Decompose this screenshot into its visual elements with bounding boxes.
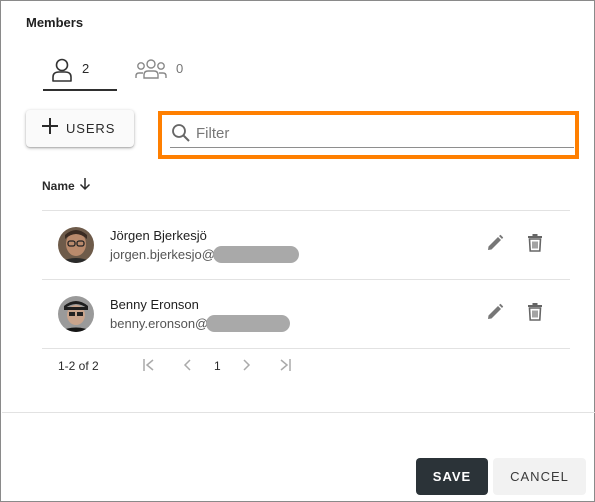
trash-icon	[527, 302, 543, 326]
email-redaction	[212, 246, 299, 263]
filter-highlight	[158, 111, 579, 159]
edit-button[interactable]	[484, 234, 506, 256]
filter-field[interactable]	[170, 119, 574, 148]
divider	[42, 348, 570, 349]
avatar	[58, 227, 94, 263]
footer-divider	[2, 412, 595, 413]
tab-groups[interactable]: 0	[135, 53, 195, 91]
users-count: 2	[82, 61, 90, 76]
add-users-label: USERS	[66, 121, 116, 136]
plus-icon	[40, 116, 60, 141]
first-page-button[interactable]	[139, 357, 159, 377]
current-page: 1	[214, 359, 221, 373]
previous-page-button[interactable]	[178, 357, 198, 377]
add-users-button[interactable]: USERS	[26, 110, 134, 147]
member-email: jorgen.bjerkesjo@	[110, 246, 299, 263]
chevron-left-icon	[180, 357, 196, 378]
chevron-right-icon	[238, 357, 254, 378]
member-email: benny.eronson@	[110, 315, 291, 332]
user-icon	[51, 57, 73, 88]
delete-button[interactable]	[524, 302, 546, 326]
members-dialog: Members 2 0 USERS Filter Name Jörgen Bje…	[0, 0, 595, 502]
avatar	[58, 296, 94, 332]
last-page-icon	[277, 357, 293, 378]
pencil-icon	[486, 234, 504, 257]
groups-count: 0	[176, 61, 184, 76]
email-redaction	[206, 315, 291, 332]
group-icon	[135, 57, 167, 88]
arrow-down-icon	[78, 177, 92, 194]
pagination-range: 1-2 of 2	[58, 359, 99, 373]
delete-button[interactable]	[524, 233, 546, 257]
last-page-button[interactable]	[275, 357, 295, 377]
name-column-header[interactable]: Name	[42, 177, 92, 194]
name-column-label: Name	[42, 178, 75, 193]
cancel-button[interactable]: CANCEL	[493, 458, 586, 495]
save-button[interactable]: SAVE	[416, 458, 488, 495]
member-email-text: jorgen.bjerkesjo@	[110, 247, 215, 262]
tab-users[interactable]: 2	[43, 53, 117, 91]
edit-button[interactable]	[484, 303, 506, 325]
search-icon	[170, 122, 192, 144]
member-name: Benny Eronson	[110, 297, 199, 312]
dialog-title: Members	[26, 15, 84, 30]
member-email-text: benny.eronson@	[110, 316, 209, 331]
pencil-icon	[486, 303, 504, 326]
next-page-button[interactable]	[236, 357, 256, 377]
first-page-icon	[141, 357, 157, 378]
member-name: Jörgen Bjerkesjö	[110, 228, 207, 243]
table-row: Jörgen Bjerkesjö jorgen.bjerkesjo@	[42, 211, 570, 279]
table-row: Benny Eronson benny.eronson@	[42, 280, 570, 348]
filter-input[interactable]	[196, 124, 556, 142]
trash-icon	[527, 233, 543, 257]
